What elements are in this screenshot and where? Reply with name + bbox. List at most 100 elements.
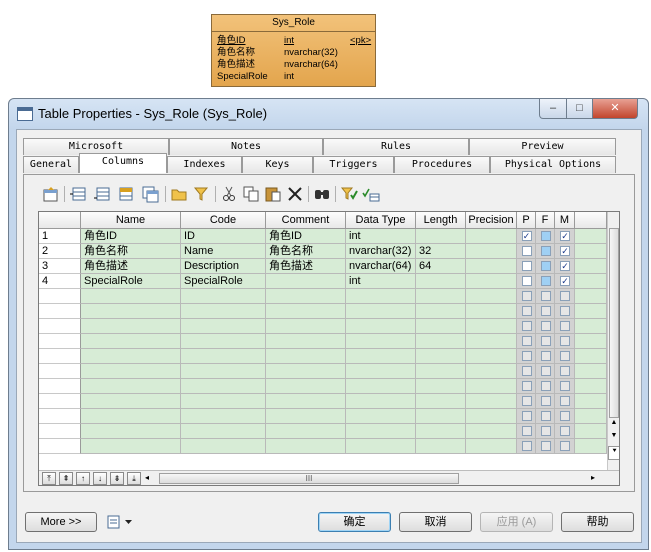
cell-code[interactable]: ID (181, 229, 266, 244)
row-number[interactable] (39, 304, 81, 319)
checkbox-f[interactable] (540, 306, 551, 316)
checkbox-p[interactable] (521, 336, 532, 346)
cell-precision[interactable] (466, 229, 517, 244)
cell-comment[interactable] (266, 274, 346, 289)
header-m[interactable]: M (555, 212, 575, 229)
checkbox-p[interactable] (521, 276, 532, 286)
checkbox-p[interactable]: ✓ (521, 231, 532, 241)
maximize-button[interactable]: □ (566, 99, 593, 119)
move-page-down-icon[interactable]: ⇟ (110, 472, 124, 485)
cell-code[interactable]: SpecialRole (181, 274, 266, 289)
vertical-scrollbar[interactable]: ▲ ▼ ⯆ (607, 212, 619, 472)
cell-extra[interactable] (575, 229, 607, 244)
checkbox-m[interactable] (560, 321, 570, 331)
scroll-left-icon[interactable]: ◂ (145, 473, 149, 482)
sys-role-entity[interactable]: Sys_Role 角色ID int <pk> 角色名称 nvarchar(32) 角色描述… (211, 14, 376, 87)
header-comment[interactable]: Comment (266, 212, 346, 229)
cell-name[interactable] (81, 394, 181, 409)
cancel-button[interactable]: 取消 (399, 512, 472, 532)
cell-extra[interactable] (575, 439, 607, 454)
tab-indexes[interactable]: Indexes (167, 156, 242, 173)
checkbox-f[interactable] (540, 396, 551, 406)
row-number[interactable]: 2 (39, 244, 81, 259)
checkbox-m[interactable]: ✓ (560, 276, 570, 286)
row-number[interactable] (39, 379, 81, 394)
row-number[interactable] (39, 319, 81, 334)
header-length[interactable]: Length (416, 212, 466, 229)
cell-name[interactable] (81, 424, 181, 439)
cell-code[interactable] (181, 319, 266, 334)
checkbox-m[interactable] (560, 366, 570, 376)
cell-datatype[interactable] (346, 379, 416, 394)
move-up-icon[interactable]: ↑ (76, 472, 90, 485)
tab-physical-options[interactable]: Physical Options (490, 156, 616, 173)
cell-length[interactable] (416, 289, 466, 304)
cell-extra[interactable] (575, 364, 607, 379)
title-bar[interactable]: Table Properties - Sys_Role (Sys_Role) ‒… (9, 99, 648, 129)
cell-datatype[interactable]: int (346, 229, 416, 244)
apply-button[interactable]: 应用 (A) (480, 512, 553, 532)
tab-triggers[interactable]: Triggers (313, 156, 394, 173)
tab-columns[interactable]: Columns (79, 153, 167, 173)
cell-extra[interactable] (575, 394, 607, 409)
tab-preview[interactable]: Preview (469, 138, 616, 155)
cell-name[interactable]: 角色ID (81, 229, 181, 244)
cell-code[interactable] (181, 424, 266, 439)
cell-name[interactable] (81, 364, 181, 379)
cell-code[interactable] (181, 304, 266, 319)
cell-extra[interactable] (575, 379, 607, 394)
checkbox-m[interactable] (560, 351, 570, 361)
checkbox-m[interactable] (560, 426, 570, 436)
cell-datatype[interactable] (346, 289, 416, 304)
cell-comment[interactable] (266, 424, 346, 439)
cell-comment[interactable] (266, 319, 346, 334)
cell-precision[interactable] (466, 259, 517, 274)
cell-comment[interactable] (266, 409, 346, 424)
checkbox-m[interactable] (560, 441, 570, 451)
cell-name[interactable] (81, 439, 181, 454)
checkbox-f[interactable] (540, 276, 551, 286)
row-number[interactable] (39, 364, 81, 379)
customize-columns-icon[interactable] (340, 185, 358, 203)
row-number[interactable] (39, 349, 81, 364)
cell-length[interactable] (416, 319, 466, 334)
cell-extra[interactable] (575, 349, 607, 364)
row-number[interactable] (39, 394, 81, 409)
cell-datatype[interactable] (346, 364, 416, 379)
cell-precision[interactable] (466, 334, 517, 349)
cell-name[interactable]: SpecialRole (81, 274, 181, 289)
cut-icon[interactable] (220, 185, 238, 203)
properties-icon[interactable] (42, 185, 60, 203)
cell-length[interactable] (416, 364, 466, 379)
move-down-icon[interactable]: ↓ (93, 472, 107, 485)
find-icon[interactable] (313, 185, 331, 203)
cell-extra[interactable] (575, 289, 607, 304)
cell-comment[interactable] (266, 379, 346, 394)
cell-extra[interactable] (575, 319, 607, 334)
cell-precision[interactable] (466, 304, 517, 319)
move-bottom-icon[interactable]: ⤓ (127, 472, 141, 485)
checkbox-m[interactable] (560, 381, 570, 391)
checkbox-f[interactable] (540, 261, 551, 271)
cell-name[interactable]: 角色名称 (81, 244, 181, 259)
cell-name[interactable] (81, 304, 181, 319)
cell-extra[interactable] (575, 424, 607, 439)
cell-length[interactable]: 32 (416, 244, 466, 259)
cell-length[interactable] (416, 424, 466, 439)
cell-code[interactable] (181, 334, 266, 349)
scroll-end-icon[interactable]: ⯆ (608, 446, 619, 460)
tab-keys[interactable]: Keys (242, 156, 313, 173)
cell-length[interactable]: 64 (416, 259, 466, 274)
close-button[interactable]: ✕ (592, 99, 638, 119)
checkbox-m[interactable] (560, 291, 570, 301)
cell-precision[interactable] (466, 244, 517, 259)
row-number[interactable] (39, 424, 81, 439)
cell-length[interactable] (416, 349, 466, 364)
cell-datatype[interactable] (346, 304, 416, 319)
move-top-icon[interactable]: ⤒ (42, 472, 56, 485)
row-number[interactable] (39, 439, 81, 454)
more-button[interactable]: More >> (25, 512, 97, 532)
cell-length[interactable] (416, 304, 466, 319)
insert-row-icon[interactable] (69, 185, 87, 203)
header-name[interactable]: Name (81, 212, 181, 229)
